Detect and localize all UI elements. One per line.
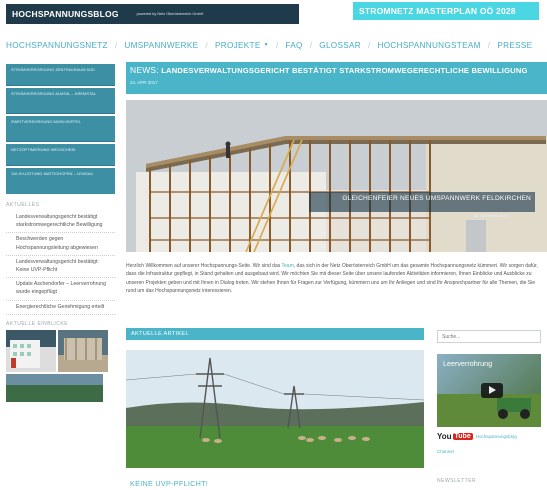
youtube-logo-you: You bbox=[437, 432, 452, 441]
video-player[interactable]: Leerverrohrung bbox=[437, 354, 541, 427]
intro-text: Herzlich Willkommen auf unserer Hochspan… bbox=[126, 263, 538, 295]
nav-faq[interactable]: FAQ bbox=[285, 41, 302, 50]
article-image[interactable] bbox=[126, 350, 424, 468]
hero-slider[interactable]: GLEICHENFEIER NEUES UMSPANNWERK FELDKIRC… bbox=[126, 100, 547, 252]
sidebar-item-muehlviertel[interactable]: ZWEITVERSORGUNG MÜHLVIERTEL bbox=[6, 116, 115, 142]
nav-separator: / bbox=[205, 40, 208, 50]
sidebar-item-wegscheid[interactable]: NETZOPTIMIERUNG WEGSCHEID bbox=[6, 144, 115, 166]
power-line-image bbox=[126, 350, 424, 468]
play-icon[interactable] bbox=[481, 383, 503, 398]
insight-thumbnail[interactable] bbox=[58, 329, 108, 372]
nav-separator: / bbox=[275, 40, 279, 50]
nav-hochspannungsteam[interactable]: HOCHSPANNUNGSTEAM bbox=[378, 41, 481, 50]
news-link[interactable]: Landesverwaltungsgericht bestätigt stark… bbox=[6, 211, 115, 234]
video-title: Leerverrohrung bbox=[443, 359, 493, 368]
nav-hochspannungsnetz[interactable]: HOCHSPANNUNGSNETZ bbox=[6, 41, 108, 50]
hero-caption[interactable]: GLEICHENFEIER NEUES UMSPANNWERK FELDKIRC… bbox=[309, 192, 535, 212]
nav-presse[interactable]: PRESSE bbox=[497, 41, 532, 50]
nav-projekte[interactable]: PROJEKTE ▼ bbox=[215, 41, 269, 50]
nav-separator: / bbox=[309, 40, 313, 50]
site-title: HOCHSPANNUNGSBLOG bbox=[12, 9, 119, 19]
sidebar-item-zentralraum[interactable]: STROMVERSORGUNG ZENTRALRAUM SÜD bbox=[6, 64, 115, 86]
newsletter-heading: NEWSLETTER bbox=[437, 478, 477, 484]
site-logo[interactable]: HOCHSPANNUNGSBLOG powered by Netz Oberös… bbox=[6, 4, 299, 24]
news-headline: NEWS: LANDESVERWALTUNGSGERICHT BESTÄTIGT… bbox=[130, 65, 544, 75]
main-nav: HOCHSPANNUNGSNETZ / UMSPANNWERKE / PROJE… bbox=[6, 38, 547, 52]
youtube-logo-tube: Tube bbox=[452, 433, 473, 440]
sidebar-item-mattighofen[interactable]: 110-KV-LEITUNG MATTIGHOFEN – LENGAU bbox=[6, 168, 115, 194]
news-date: 24. APR 2017 bbox=[130, 80, 158, 85]
construction-image bbox=[64, 337, 102, 360]
promo-banner[interactable]: STROMNETZ MASTERPLAN OÖ 2028 bbox=[353, 2, 539, 20]
youtube-logo[interactable]: You Tube Hochspannungsblog bbox=[437, 432, 517, 441]
insights-thumbnails bbox=[6, 329, 115, 372]
chevron-down-icon: ▼ bbox=[263, 42, 269, 48]
nav-umspannwerke[interactable]: UMSPANNWERKE bbox=[124, 41, 198, 50]
news-prefix: NEWS: bbox=[130, 65, 159, 75]
section-heading: AKTUELLE ARTIKEL bbox=[126, 328, 424, 340]
nav-separator: / bbox=[367, 40, 371, 50]
main-content: NEWS: LANDESVERWALTUNGSGERICHT BESTÄTIGT… bbox=[126, 62, 547, 296]
news-banner[interactable]: NEWS: LANDESVERWALTUNGSGERICHT BESTÄTIGT… bbox=[126, 62, 547, 94]
news-link[interactable]: Landesverwaltungsgericht bestätigt: Kein… bbox=[6, 256, 115, 279]
insights-heading: AKTUELLE EINBLICKE bbox=[6, 320, 69, 327]
news-heading: AKTUELLES bbox=[6, 202, 40, 208]
sidebar: STROMVERSORGUNG ZENTRALRAUM SÜD STROMVER… bbox=[6, 64, 115, 402]
site-subtitle: powered by Netz Oberösterreich GmbH bbox=[136, 12, 204, 16]
insight-thumbnail-wide[interactable] bbox=[6, 373, 103, 402]
nav-glossar[interactable]: GLOSSAR bbox=[319, 41, 361, 50]
youtube-channel-name[interactable]: Hochspannungsblog bbox=[476, 434, 517, 439]
insight-thumbnail[interactable] bbox=[6, 329, 56, 372]
youtube-channel-link[interactable]: Channel bbox=[437, 449, 454, 454]
building-image bbox=[10, 339, 40, 368]
sidebar-item-almtal[interactable]: STROMVERSORGUNG ALMTAL – KREMSTAL bbox=[6, 88, 115, 114]
team-link[interactable]: Team bbox=[282, 263, 294, 269]
nav-separator: / bbox=[487, 40, 491, 50]
news-link[interactable]: Beschwerden gegen Hochspannungsleitung a… bbox=[6, 233, 115, 256]
nav-separator: / bbox=[114, 40, 118, 50]
article-title[interactable]: KEINE UVP-PFLICHT! bbox=[130, 479, 208, 488]
search-input[interactable] bbox=[437, 330, 541, 343]
news-link[interactable]: Energierechtliche Genehmigung erteilt bbox=[6, 301, 115, 315]
hero-date: 22. Dezember 2017 bbox=[473, 213, 509, 218]
hero-image bbox=[126, 100, 547, 252]
news-title: LANDESVERWALTUNGSGERICHT BESTÄTIGT STARK… bbox=[161, 66, 528, 75]
news-link[interactable]: Update Aschendorfer – Leerverrohrung wur… bbox=[6, 278, 115, 301]
